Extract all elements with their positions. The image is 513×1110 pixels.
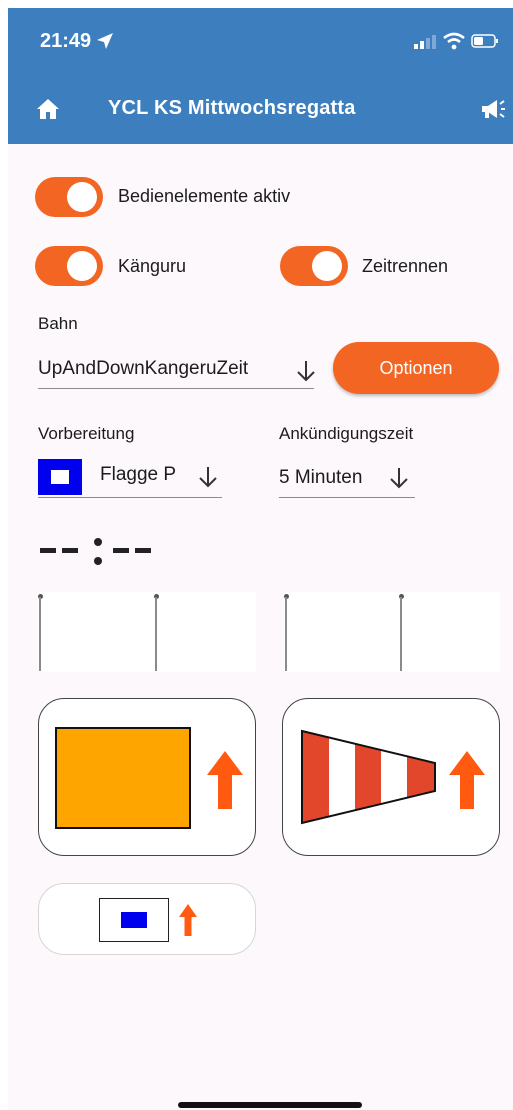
preparation-value: Flagge P [100,464,177,485]
controls-active-toggle[interactable] [35,177,103,217]
wifi-icon [443,32,465,50]
orange-flag-icon [55,727,191,829]
windsock-raise-button[interactable] [282,698,500,856]
arrow-down-icon [297,361,315,382]
flagpole [285,597,287,671]
arrow-up-icon [449,751,485,809]
toggle-knob [312,251,342,281]
app-header: 21:49 YCL KS Mittwochsregatta [8,8,513,144]
toggle-knob [67,182,97,212]
windsock-icon [301,729,436,825]
flag-papa-icon [99,898,169,942]
arrow-down-icon [199,467,217,488]
kangaroo-label: Känguru [118,256,187,276]
flag-papa-raise-button[interactable] [38,883,256,955]
signal-icon [414,35,436,49]
toggle-knob [67,251,97,281]
announcement-underline [279,497,415,498]
page-title: YCL KS Mittwochsregatta [108,97,356,119]
home-icon[interactable] [36,98,60,120]
battery-icon [471,34,498,48]
flagpole [39,597,41,671]
announcement-label: Ankündigungszeit [279,424,414,443]
options-button[interactable]: Optionen [333,342,499,394]
preparation-underline [38,497,222,498]
flagpole-panel-left [38,592,256,672]
preparation-label: Vorbereitung [38,424,135,443]
megaphone-icon[interactable] [480,98,506,120]
flagpole [400,597,402,671]
time-race-label: Zeitrennen [362,256,449,276]
flagpole [155,597,157,671]
time-race-toggle[interactable] [280,246,348,286]
course-value: UpAndDownKangeruZeit [38,358,249,379]
arrow-down-icon [390,468,408,489]
course-underline [38,388,314,389]
announcement-select[interactable]: 5 Minuten [279,464,415,498]
flag-papa-icon [38,459,82,495]
course-select[interactable]: UpAndDownKangeruZeit [38,354,320,390]
preparation-select[interactable]: Flagge P [38,454,224,498]
orange-flag-raise-button[interactable] [38,698,256,856]
status-time: 21:49 [40,30,92,52]
app-screen: 21:49 YCL KS Mittwochsregatta Bedienelem… [8,8,513,1110]
home-indicator [178,1102,362,1108]
kangaroo-toggle[interactable] [35,246,103,286]
course-label: Bahn [38,314,78,333]
arrow-up-icon [179,904,197,936]
location-arrow-icon [97,33,113,49]
controls-active-label: Bedienelemente aktiv [118,186,291,206]
arrow-up-icon [207,751,243,809]
announcement-value: 5 Minuten [279,467,363,488]
countdown-display [40,538,151,565]
flagpole-panel-right [284,592,500,672]
